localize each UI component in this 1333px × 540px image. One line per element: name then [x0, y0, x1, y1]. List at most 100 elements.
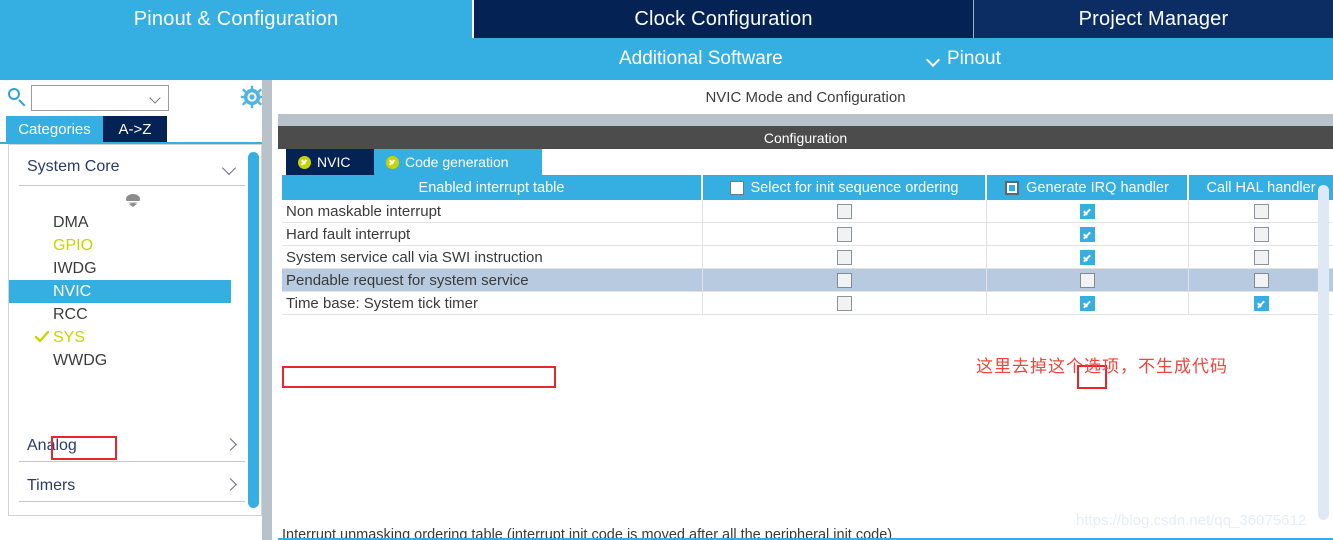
cell-generate-irq[interactable] — [987, 269, 1189, 291]
subnav-pinout[interactable]: Pinout — [927, 48, 1001, 70]
cell-interrupt-name: Hard fault interrupt — [282, 223, 703, 245]
sidebar-items: DMA GPIO IWDG NVIC RCC SYS WWDG — [9, 211, 261, 372]
table-header-row: Enabled interrupt table Select for init … — [282, 175, 1333, 200]
generate-irq-checkbox[interactable] — [1080, 203, 1095, 219]
mode-header: NVIC Mode and Configuration — [278, 80, 1333, 114]
call-hal-checkbox[interactable] — [1253, 203, 1269, 219]
sidebar-item-dma[interactable]: DMA — [9, 211, 261, 234]
table-row[interactable]: Hard fault interrupt — [282, 223, 1333, 246]
tab-pinout-configuration[interactable]: Pinout & Configuration — [0, 0, 472, 38]
column-header-generate-irq-handler[interactable]: Generate IRQ handler — [987, 175, 1189, 200]
cell-call-hal[interactable] — [1189, 200, 1333, 222]
tab-clock-configuration-label: Clock Configuration — [634, 7, 813, 30]
cell-interrupt-name: Non maskable interrupt — [282, 200, 703, 222]
chevron-right-icon[interactable] — [225, 479, 237, 491]
table-row[interactable]: Pendable request for system service — [282, 269, 1333, 292]
generate-irq-checkbox[interactable] — [1080, 249, 1095, 265]
tab-code-generation[interactable]: Code generation — [374, 149, 542, 175]
configuration-bar-label: Configuration — [763, 129, 848, 146]
cell-call-hal[interactable] — [1189, 269, 1333, 291]
configuration-bar: Configuration — [278, 126, 1333, 149]
sidebar-item-sys[interactable]: SYS — [9, 326, 261, 349]
cell-call-hal[interactable] — [1189, 246, 1333, 268]
column-header-select-for-init-sequence-ordering[interactable]: Select for init sequence ordering — [703, 175, 987, 200]
sidebar-group-system-core-label: System Core — [27, 158, 120, 175]
sidebar-tab-categories-label: Categories — [18, 120, 91, 138]
cell-generate-irq[interactable] — [987, 223, 1189, 245]
sidebar-item-rcc-label: RCC — [53, 305, 88, 323]
sub-navigation: Additional Software Pinout — [472, 38, 1333, 80]
sidebar-list-container: System Core DMA GPIO IWDG NVIC RCC SYS W… — [8, 144, 262, 516]
table-row[interactable]: System service call via SWI instruction — [282, 246, 1333, 269]
subnav-additional-software[interactable]: Additional Software — [619, 48, 783, 70]
cell-generate-irq[interactable] — [987, 246, 1189, 268]
sidebar-item-wwdg[interactable]: WWDG — [9, 349, 261, 372]
chevron-down-icon[interactable] — [223, 163, 237, 177]
cell-generate-irq[interactable] — [987, 292, 1189, 314]
cell-call-hal[interactable] — [1189, 292, 1333, 314]
gear-icon[interactable] — [240, 85, 264, 109]
cell-select-init[interactable] — [703, 246, 987, 268]
tab-clock-configuration[interactable]: Clock Configuration — [472, 0, 973, 38]
sidebar-group-system-core[interactable]: System Core — [19, 153, 243, 185]
generate-irq-checkbox[interactable] — [1080, 226, 1095, 242]
select-all-init-checkbox[interactable] — [729, 180, 744, 195]
main-scrollbar-thumb[interactable] — [1318, 185, 1329, 520]
sidebar: Categories A->Z System Core DMA GPIO IWD… — [0, 80, 270, 540]
collapse-handle-icon[interactable] — [120, 192, 146, 208]
sidebar-tab-categories[interactable]: Categories — [6, 116, 103, 142]
chevron-down-icon[interactable] — [151, 94, 162, 105]
sidebar-item-wwdg-label: WWDG — [53, 351, 108, 369]
call-hal-checkbox[interactable] — [1253, 272, 1269, 288]
generate-irq-checkbox[interactable] — [1080, 295, 1095, 311]
cell-call-hal[interactable] — [1189, 223, 1333, 245]
search-combobox[interactable] — [31, 85, 169, 111]
sidebar-item-gpio-label: GPIO — [53, 236, 94, 254]
sidebar-tab-a-to-z[interactable]: A->Z — [103, 116, 167, 142]
panel-divider[interactable] — [262, 80, 272, 540]
sidebar-scrollbar-thumb[interactable] — [248, 152, 259, 508]
sidebar-item-nvic[interactable]: NVIC — [9, 280, 231, 303]
sidebar-item-sys-label: SYS — [53, 328, 86, 346]
tab-nvic[interactable]: NVIC — [286, 149, 374, 175]
select-init-checkbox[interactable] — [837, 203, 852, 219]
tab-project-manager[interactable]: Project Manager — [973, 0, 1333, 38]
main-scrollbar[interactable] — [1318, 185, 1329, 520]
generate-irq-checkbox[interactable] — [1080, 272, 1095, 288]
sidebar-item-rcc[interactable]: RCC — [9, 303, 261, 326]
cell-select-init[interactable] — [703, 292, 987, 314]
select-init-checkbox[interactable] — [837, 249, 852, 265]
subnav-left-fill — [0, 38, 472, 80]
sidebar-item-gpio[interactable]: GPIO — [9, 234, 261, 257]
sidebar-section-timers-label: Timers — [27, 477, 76, 494]
select-all-generate-irq-checkbox[interactable] — [1005, 180, 1020, 195]
annotation-text: 这里去掉这个选项，不生成代码 — [976, 357, 1228, 377]
sidebar-scrollbar[interactable] — [248, 150, 259, 512]
call-hal-checkbox[interactable] — [1253, 226, 1269, 242]
check-circle-icon — [386, 155, 399, 169]
tab-code-generation-label: Code generation — [405, 154, 509, 170]
sidebar-item-iwdg[interactable]: IWDG — [9, 257, 261, 280]
cubemx-window: Pinout & Configuration Clock Configurati… — [0, 0, 1333, 540]
call-hal-checkbox[interactable] — [1253, 295, 1269, 311]
cell-select-init[interactable] — [703, 200, 987, 222]
select-init-checkbox[interactable] — [837, 272, 852, 288]
column-header-select-for-init-sequence-ordering-label: Select for init sequence ordering — [750, 179, 959, 196]
sidebar-tab-a-to-z-label: A->Z — [118, 120, 152, 138]
tab-pinout-configuration-label: Pinout & Configuration — [133, 7, 339, 30]
interrupt-name-label: Non maskable interrupt — [286, 202, 442, 220]
cell-select-init[interactable] — [703, 223, 987, 245]
select-init-checkbox[interactable] — [837, 226, 852, 242]
column-header-enabled-interrupt-table[interactable]: Enabled interrupt table — [282, 175, 703, 200]
cell-generate-irq[interactable] — [987, 200, 1189, 222]
call-hal-checkbox[interactable] — [1253, 249, 1269, 265]
cell-select-init[interactable] — [703, 269, 987, 291]
column-header-call-hal-handler[interactable]: Call HAL handler — [1189, 175, 1333, 200]
sidebar-section-divider — [19, 461, 245, 462]
watermark: https://blog.csdn.net/qq_36075612 — [1076, 512, 1307, 529]
chevron-right-icon[interactable] — [225, 439, 237, 451]
table-row[interactable]: Non maskable interrupt — [282, 200, 1333, 223]
select-init-checkbox[interactable] — [837, 295, 852, 311]
table-row[interactable]: Time base: System tick timer — [282, 292, 1333, 315]
search-input[interactable] — [32, 86, 146, 110]
